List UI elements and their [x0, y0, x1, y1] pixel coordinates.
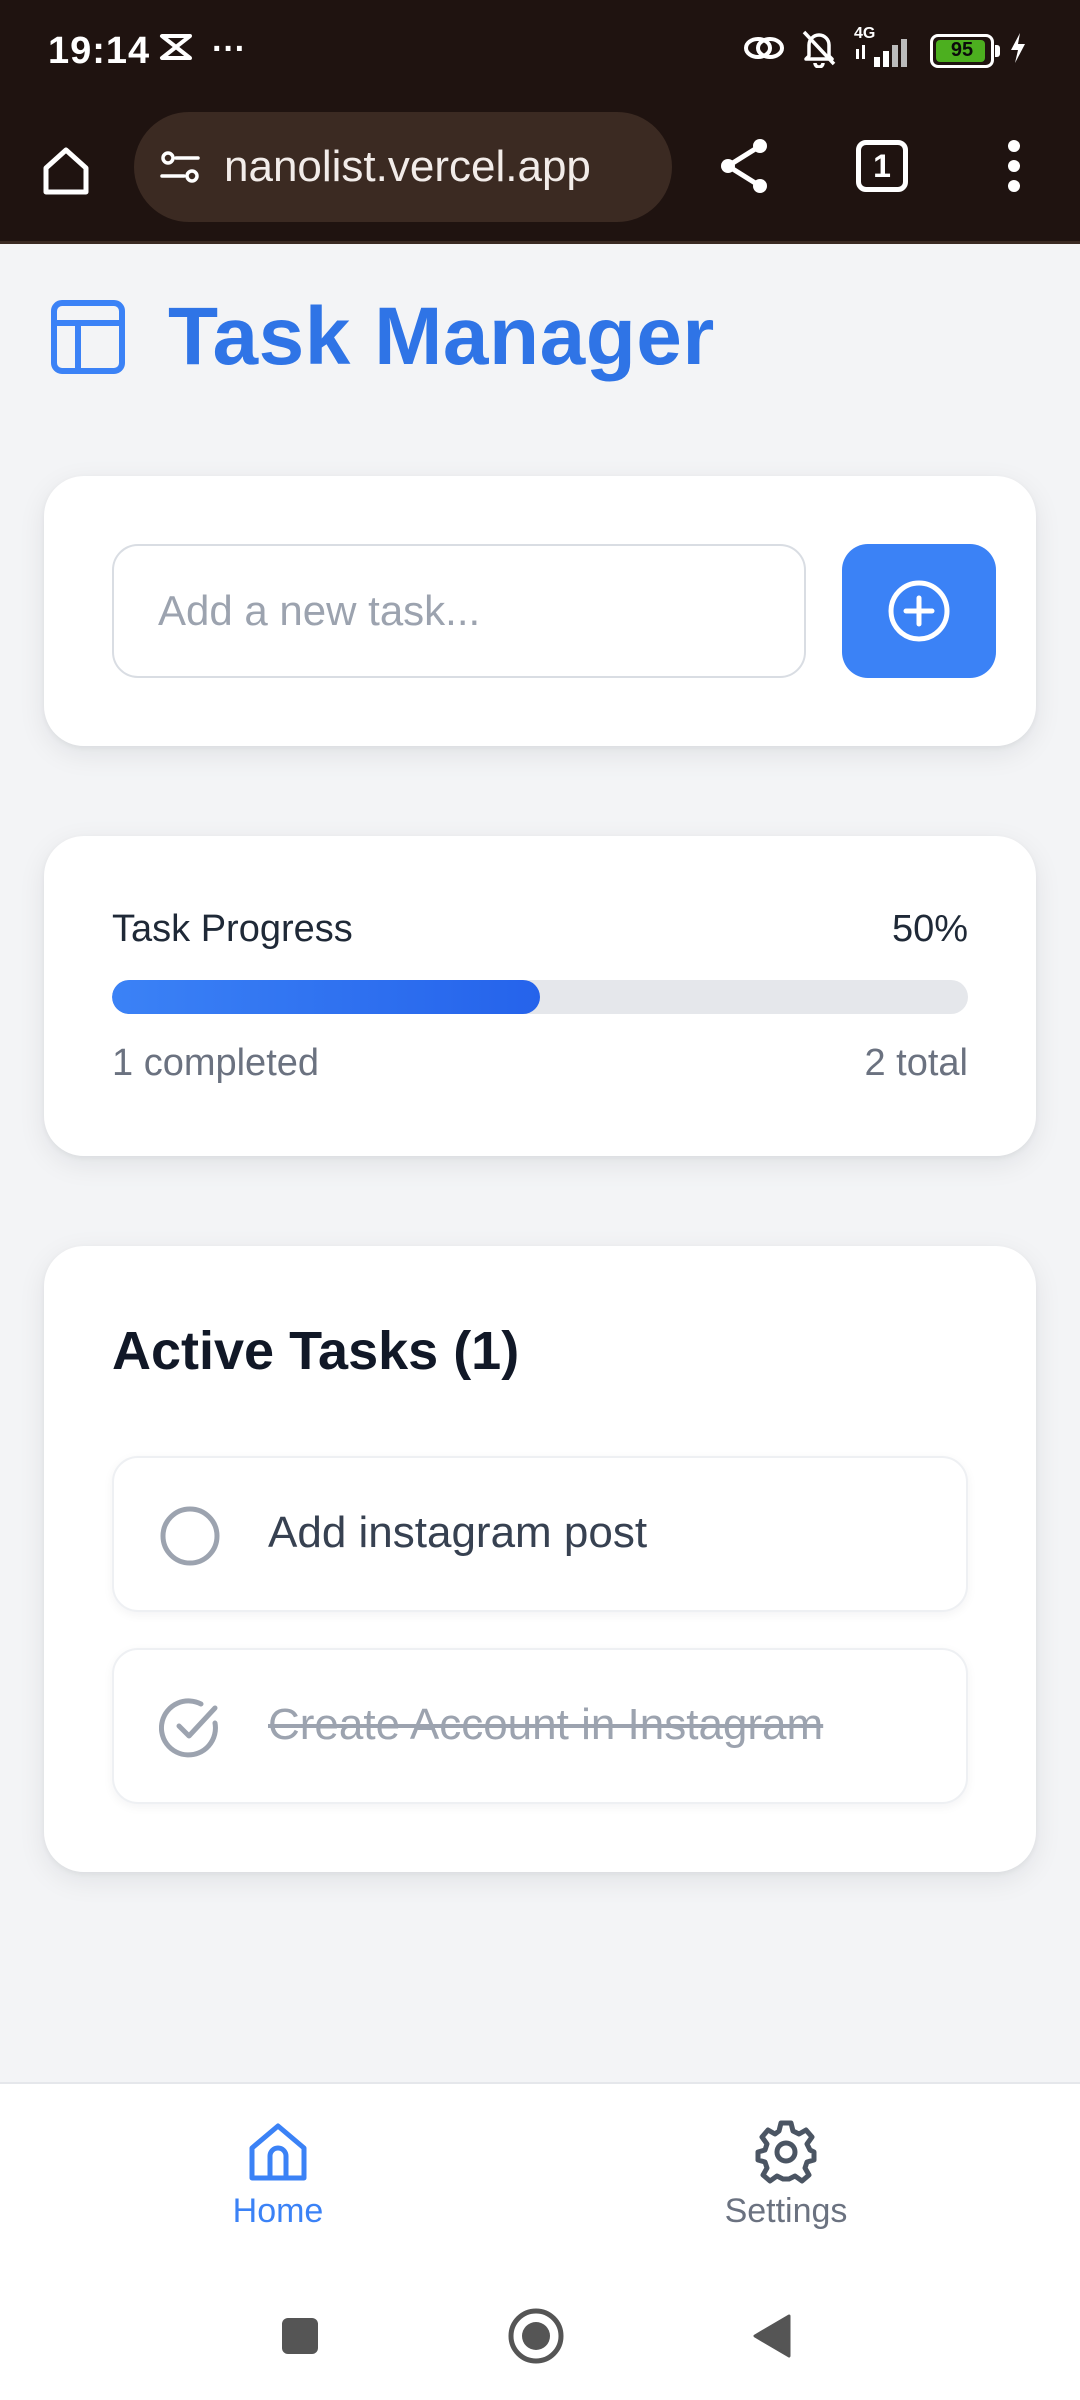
home-circle-icon [508, 2308, 564, 2364]
share-button[interactable] [712, 134, 776, 198]
home-icon [43, 147, 89, 195]
charging-bolt-icon [1008, 31, 1028, 70]
notification-app-icon [158, 32, 194, 67]
page-header: Task Manager [50, 290, 715, 384]
progress-label: Task Progress [112, 908, 353, 950]
nav-home-label: Home [232, 2192, 324, 2230]
task-text: Add instagram post [268, 1508, 648, 1557]
task-item[interactable]: Add instagram post [112, 1456, 968, 1612]
share-icon [721, 139, 767, 193]
status-overflow: ··· [212, 30, 246, 68]
browser-home-button[interactable] [34, 138, 98, 202]
battery-level: 95 [950, 39, 974, 61]
progress-bar-fill [112, 980, 540, 1014]
nav-home[interactable]: Home [168, 2120, 388, 2231]
task-toggle[interactable] [158, 1696, 222, 1760]
system-home-button[interactable] [506, 2306, 566, 2366]
active-tasks-heading: Active Tasks (1) [112, 1321, 520, 1381]
progress-card: Task Progress 50% 1 completed 2 total [44, 836, 1036, 1156]
status-left-icons: ··· [158, 30, 246, 69]
tasks-card: Active Tasks (1) Add instagram post Crea… [44, 1246, 1036, 1872]
check-circle-icon [159, 1698, 218, 1758]
back-icon [753, 2314, 791, 2358]
link-icon [742, 31, 786, 70]
bottom-nav: Home Settings [0, 2082, 1080, 2268]
bell-off-icon [800, 28, 838, 73]
more-menu-button[interactable] [996, 134, 1032, 198]
status-bar: 19:14 ··· 4G 95 [0, 0, 1080, 108]
plus-circle-icon [888, 580, 950, 642]
url-text[interactable]: nanolist.vercel.app [224, 142, 591, 192]
completed-count: 1 completed [112, 1042, 320, 1084]
task-toggle[interactable] [158, 1504, 222, 1568]
total-count: 2 total [864, 1042, 968, 1084]
recents-button[interactable] [270, 2306, 330, 2366]
site-settings-icon[interactable] [154, 141, 206, 193]
gear-icon [755, 2120, 817, 2184]
add-task-card [44, 476, 1036, 746]
status-time: 19:14 [48, 30, 151, 72]
battery-icon: 95 [930, 33, 1000, 68]
progress-bar [112, 980, 968, 1014]
signal-icon: 4G [852, 25, 916, 71]
nav-settings[interactable]: Settings [676, 2120, 896, 2231]
back-button[interactable] [742, 2306, 802, 2366]
page-title: Task Manager [168, 291, 715, 382]
nav-settings-label: Settings [724, 2192, 848, 2230]
more-vert-icon [1008, 140, 1020, 192]
circle-icon [160, 1506, 220, 1566]
system-nav-bar [0, 2268, 1080, 2400]
recents-icon [282, 2318, 318, 2354]
tab-count: 1 [873, 147, 891, 184]
layout-icon [51, 300, 125, 374]
status-right-icons: 4G 95 [742, 25, 1028, 73]
browser-toolbar: nanolist.vercel.app 1 [0, 108, 1080, 244]
progress-percent: 50% [891, 908, 968, 950]
task-text: Create Account in Instagram [268, 1700, 824, 1749]
address-bar[interactable]: nanolist.vercel.app [134, 112, 672, 222]
tabs-button[interactable]: 1 [856, 140, 908, 192]
task-item[interactable]: Create Account in Instagram [112, 1648, 968, 1804]
add-task-button[interactable] [842, 544, 996, 678]
new-task-input[interactable] [112, 544, 806, 678]
home-icon [249, 2123, 307, 2181]
